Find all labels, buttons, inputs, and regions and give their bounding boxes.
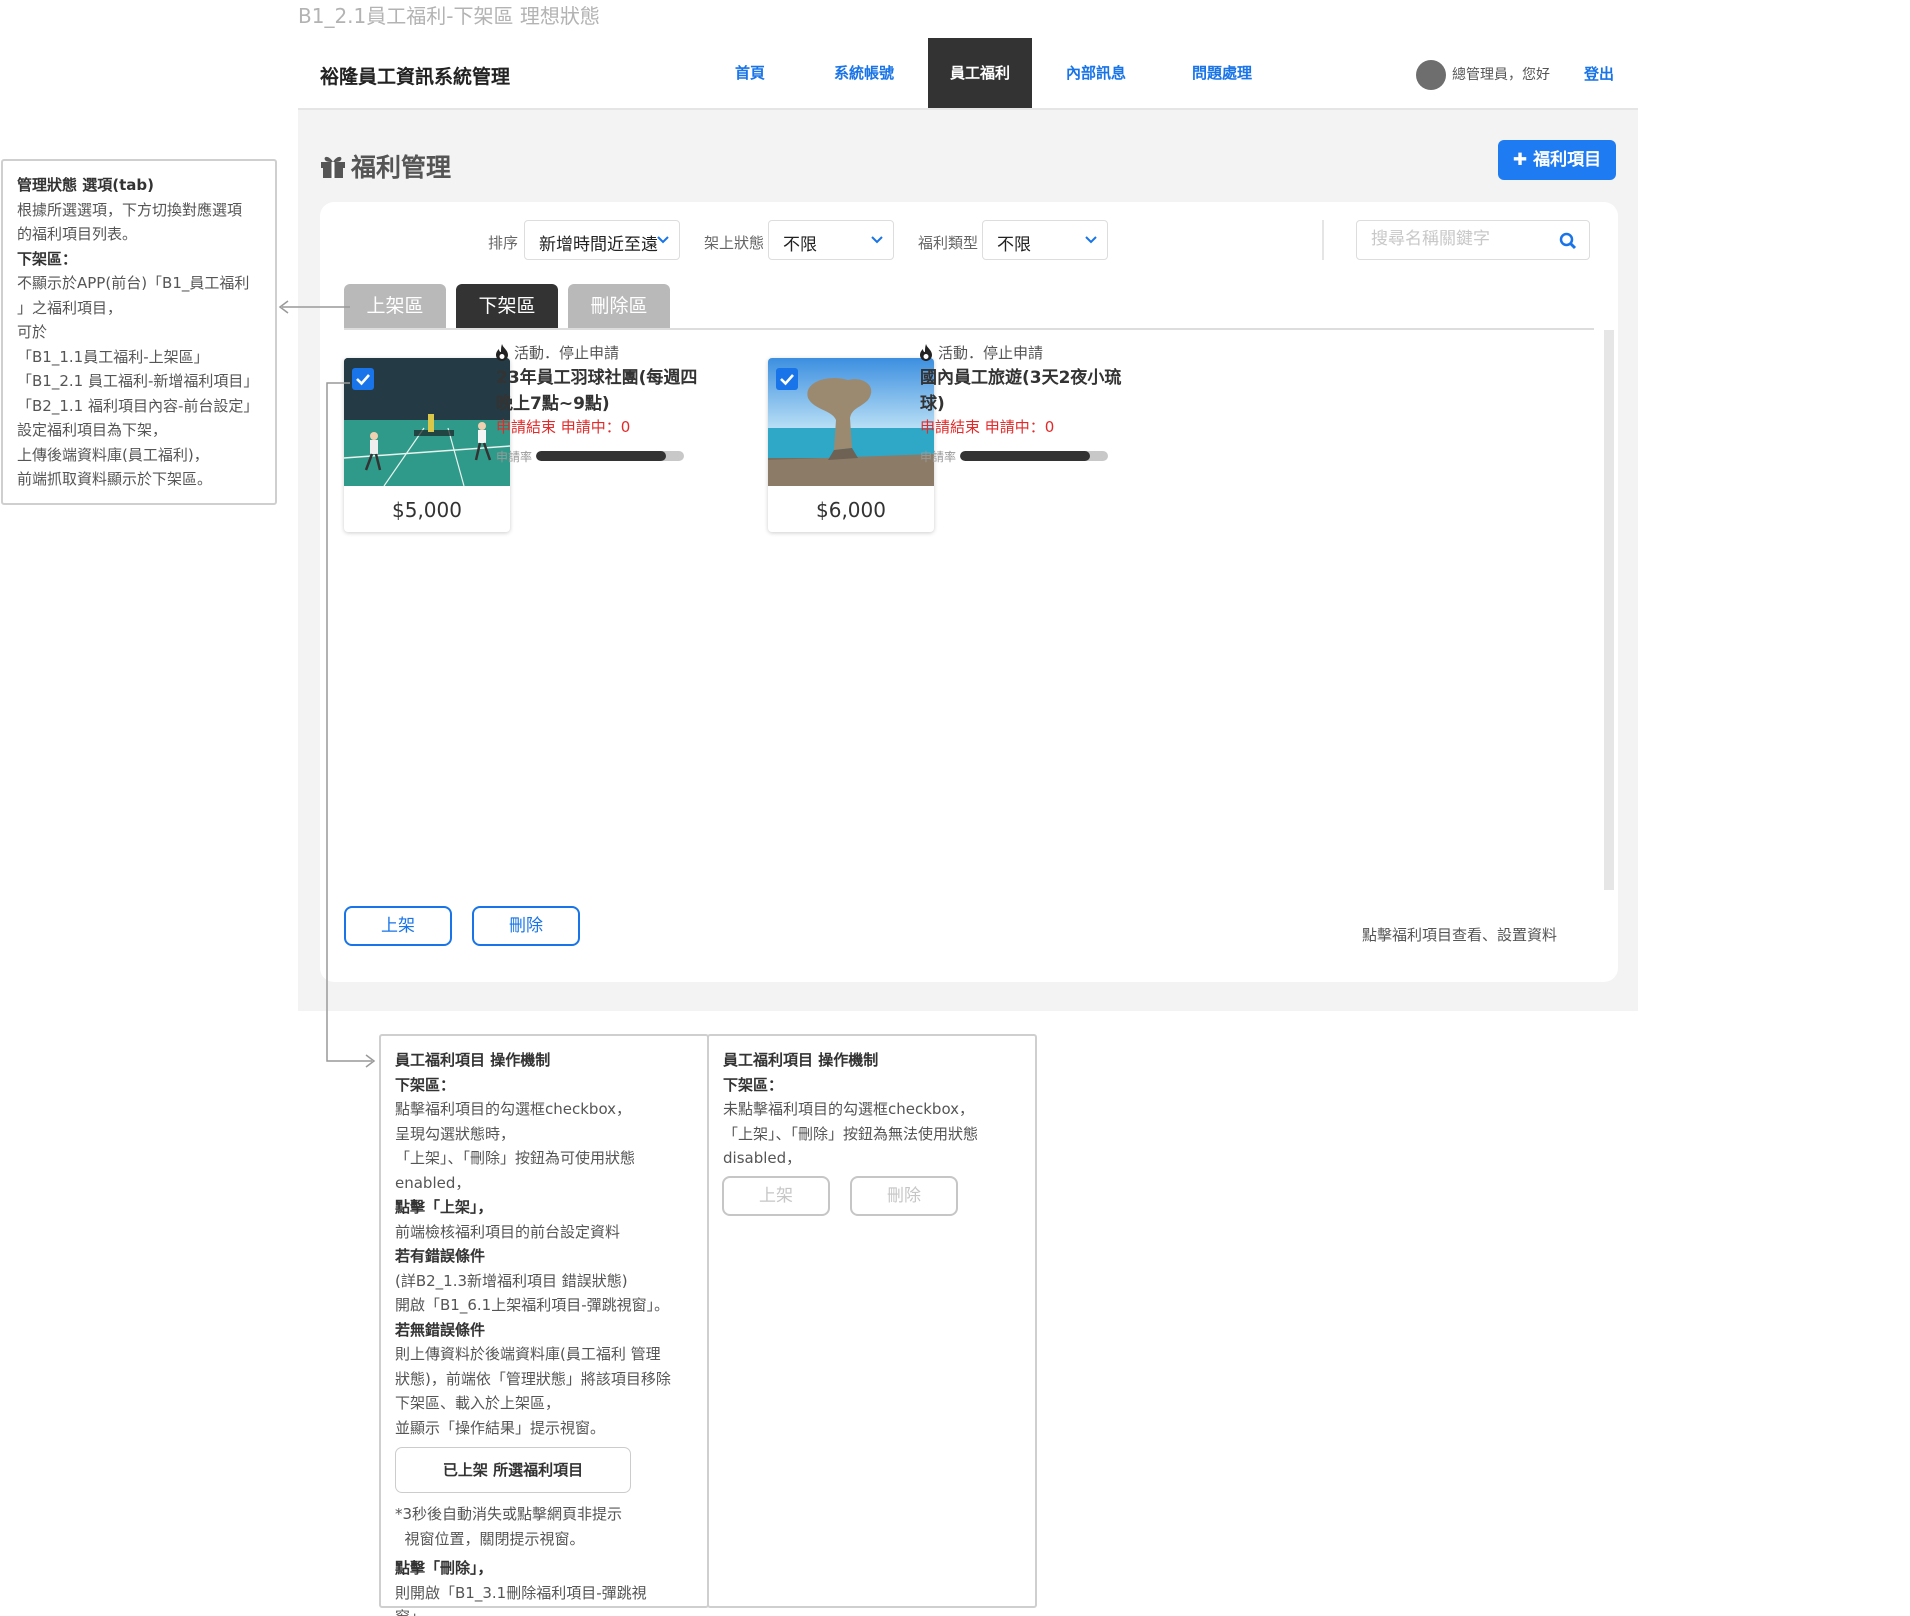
note-line: (詳B2_1.3新增福利項目 錯誤狀態) (395, 1271, 628, 1290)
note-subtitle: 下架區： (395, 1075, 456, 1094)
note-subtitle: 點擊「上架」， (395, 1198, 493, 1216)
note-line: 「上架」、「刪除」按鈕為可使用狀態 (395, 1149, 636, 1167)
note-title: 員工福利項目 操作機制 (395, 1051, 551, 1069)
note-line: 視窗位置，關閉提示視窗。 (395, 1529, 585, 1548)
result-toast: 已上架 所選福利項目 (395, 1447, 631, 1493)
note-line: 開啟「B1_6.1上架福利項目-彈跳視窗」。 (395, 1296, 670, 1314)
note-title: 員工福利項目 操作機制 (723, 1051, 879, 1069)
note-line: 點擊福利項目的勾選框checkbox， (395, 1100, 632, 1118)
note-line: 窗」。 (395, 1605, 697, 1616)
note-operation-enabled: 員工福利項目 操作機制 下架區： 點擊福利項目的勾選框checkbox， 呈現勾… (379, 1034, 709, 1616)
note-line: disabled， (723, 1149, 802, 1167)
note-subtitle: 若無錯誤條件 (395, 1320, 486, 1339)
note-line: *3秒後自動消失或點擊網頁非提示 (395, 1505, 623, 1523)
note-subtitle: 點擊「刪除」， (395, 1559, 493, 1577)
note-subtitle: 下架區： (723, 1075, 784, 1094)
note-line: 並顯示「操作結果」提示視窗。 (395, 1418, 606, 1437)
note-line: 「上架」、「刪除」按鈕為無法使用狀態 (723, 1124, 979, 1143)
note-line: 呈現勾選狀態時， (395, 1124, 516, 1143)
note-line: 前端檢核福利項目的前台設定資料 (395, 1222, 621, 1241)
delete-button-disabled: 刪除 (850, 1176, 958, 1216)
note-line: 未點擊福利項目的勾選框checkbox， (723, 1100, 975, 1118)
note-line: 下架區、載入於上架區， (395, 1394, 561, 1412)
note-line: enabled， (395, 1173, 471, 1192)
note-line: 狀態)，前端依「管理狀態」將該項目移除 (395, 1369, 671, 1388)
publish-button-disabled: 上架 (722, 1176, 830, 1216)
note-line: 則開啟「B1_3.1刪除福利項目-彈跳視 (395, 1583, 647, 1602)
note-subtitle: 若有錯誤條件 (395, 1247, 486, 1265)
note-line: 則上傳資料於後端資料庫(員工福利 管理 (395, 1345, 661, 1363)
note-operation-disabled: 員工福利項目 操作機制 下架區： 未點擊福利項目的勾選框checkbox， 「上… (707, 1034, 1037, 1608)
